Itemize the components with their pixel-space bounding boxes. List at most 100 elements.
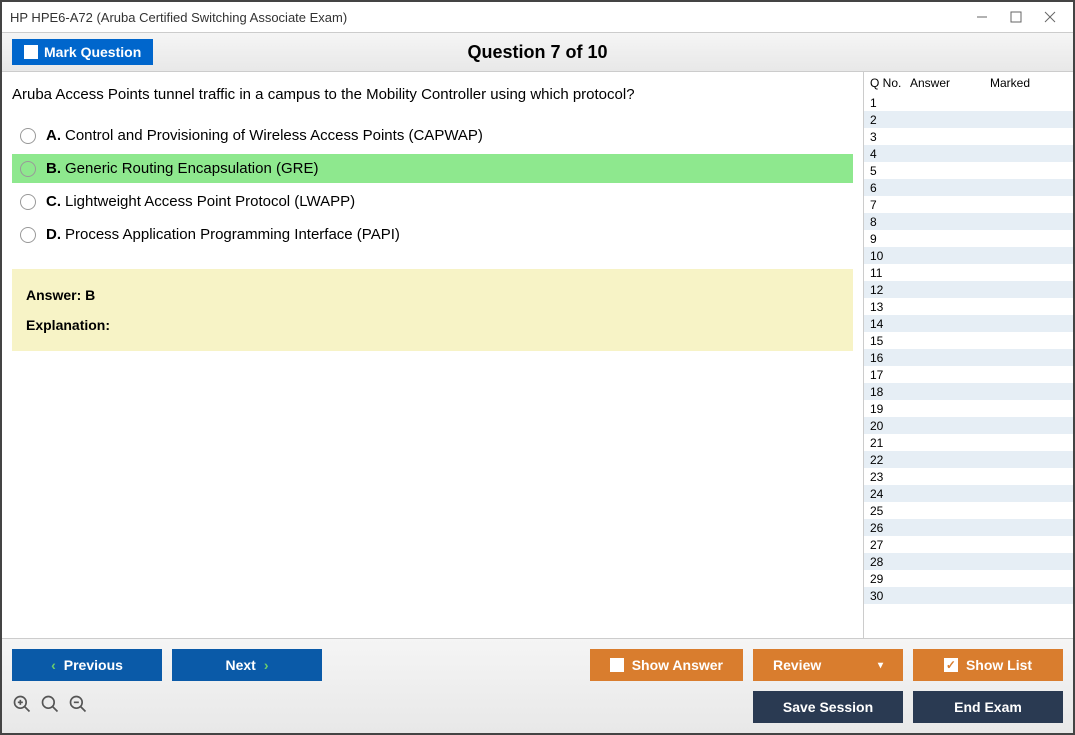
- list-row[interactable]: 4: [864, 145, 1073, 162]
- list-row[interactable]: 30: [864, 587, 1073, 604]
- list-row-qno: 5: [870, 164, 910, 178]
- option-row[interactable]: C. Lightweight Access Point Protocol (LW…: [12, 187, 853, 216]
- option-letter: D.: [46, 226, 61, 243]
- list-row[interactable]: 23: [864, 468, 1073, 485]
- review-dropdown[interactable]: Review ▾: [753, 649, 903, 681]
- list-row[interactable]: 29: [864, 570, 1073, 587]
- option-text: Control and Provisioning of Wireless Acc…: [65, 127, 483, 144]
- zoom-reset-icon[interactable]: [40, 694, 60, 720]
- list-row[interactable]: 22: [864, 451, 1073, 468]
- zoom-out-icon[interactable]: [68, 694, 88, 720]
- list-row-qno: 20: [870, 419, 910, 433]
- list-row-qno: 6: [870, 181, 910, 195]
- list-row[interactable]: 16: [864, 349, 1073, 366]
- radio-icon[interactable]: [20, 128, 36, 144]
- list-row-qno: 19: [870, 402, 910, 416]
- zoom-in-icon[interactable]: [12, 694, 32, 720]
- list-row-qno: 3: [870, 130, 910, 144]
- chevron-left-icon: ‹: [51, 657, 56, 673]
- list-row-qno: 14: [870, 317, 910, 331]
- list-header: Q No. Answer Marked: [864, 72, 1073, 94]
- list-row[interactable]: 9: [864, 230, 1073, 247]
- list-row-qno: 30: [870, 589, 910, 603]
- show-list-button[interactable]: ✓ Show List: [913, 649, 1063, 681]
- list-row-qno: 28: [870, 555, 910, 569]
- checkbox-icon: [610, 658, 624, 672]
- list-row-qno: 12: [870, 283, 910, 297]
- show-answer-label: Show Answer: [632, 657, 723, 673]
- list-row-qno: 11: [870, 266, 910, 280]
- list-row[interactable]: 12: [864, 281, 1073, 298]
- list-row[interactable]: 8: [864, 213, 1073, 230]
- list-row[interactable]: 13: [864, 298, 1073, 315]
- app-window: HP HPE6-A72 (Aruba Certified Switching A…: [0, 0, 1075, 735]
- question-text: Aruba Access Points tunnel traffic in a …: [12, 86, 853, 103]
- radio-icon[interactable]: [20, 161, 36, 177]
- answer-label: Answer: B: [26, 287, 839, 303]
- list-row[interactable]: 27: [864, 536, 1073, 553]
- list-row[interactable]: 10: [864, 247, 1073, 264]
- footer-row-1: ‹ Previous Next › Show Answer Review ▾ ✓…: [12, 649, 1063, 681]
- next-label: Next: [225, 657, 255, 673]
- list-row-qno: 29: [870, 572, 910, 586]
- close-icon[interactable]: [1043, 10, 1057, 24]
- minimize-icon[interactable]: [975, 10, 989, 24]
- list-row-qno: 8: [870, 215, 910, 229]
- list-row[interactable]: 26: [864, 519, 1073, 536]
- list-row-qno: 16: [870, 351, 910, 365]
- option-row[interactable]: A. Control and Provisioning of Wireless …: [12, 121, 853, 150]
- list-row[interactable]: 7: [864, 196, 1073, 213]
- list-row-qno: 7: [870, 198, 910, 212]
- footer: ‹ Previous Next › Show Answer Review ▾ ✓…: [2, 638, 1073, 733]
- previous-button[interactable]: ‹ Previous: [12, 649, 162, 681]
- next-button[interactable]: Next ›: [172, 649, 322, 681]
- mark-question-button[interactable]: Mark Question: [12, 39, 153, 65]
- list-row[interactable]: 24: [864, 485, 1073, 502]
- list-row[interactable]: 14: [864, 315, 1073, 332]
- maximize-icon[interactable]: [1009, 10, 1023, 24]
- list-row-qno: 23: [870, 470, 910, 484]
- option-row[interactable]: D. Process Application Programming Inter…: [12, 220, 853, 249]
- col-qno: Q No.: [870, 76, 910, 90]
- list-row[interactable]: 11: [864, 264, 1073, 281]
- list-row-qno: 18: [870, 385, 910, 399]
- list-row-qno: 27: [870, 538, 910, 552]
- list-row[interactable]: 21: [864, 434, 1073, 451]
- header-bar: Mark Question Question 7 of 10: [2, 32, 1073, 72]
- list-scroll[interactable]: 1234567891011121314151617181920212223242…: [864, 94, 1073, 638]
- option-letter: B.: [46, 160, 61, 177]
- checkbox-icon: [24, 45, 38, 59]
- list-row[interactable]: 19: [864, 400, 1073, 417]
- list-row[interactable]: 28: [864, 553, 1073, 570]
- chevron-down-icon: ▾: [878, 660, 883, 671]
- col-answer: Answer: [910, 76, 990, 90]
- list-row[interactable]: 1: [864, 94, 1073, 111]
- option-row[interactable]: B. Generic Routing Encapsulation (GRE): [12, 154, 853, 183]
- col-marked: Marked: [990, 76, 1067, 90]
- show-list-label: Show List: [966, 657, 1032, 673]
- checkbox-checked-icon: ✓: [944, 658, 958, 672]
- question-counter: Question 7 of 10: [467, 42, 607, 63]
- show-answer-button[interactable]: Show Answer: [590, 649, 743, 681]
- list-row[interactable]: 20: [864, 417, 1073, 434]
- end-exam-button[interactable]: End Exam: [913, 691, 1063, 723]
- window-controls: [975, 10, 1065, 24]
- footer-row-2: Save Session End Exam: [12, 691, 1063, 723]
- option-text: Lightweight Access Point Protocol (LWAPP…: [65, 193, 355, 210]
- list-row[interactable]: 18: [864, 383, 1073, 400]
- list-row[interactable]: 6: [864, 179, 1073, 196]
- option-text: Generic Routing Encapsulation (GRE): [65, 160, 318, 177]
- list-row[interactable]: 15: [864, 332, 1073, 349]
- list-row[interactable]: 25: [864, 502, 1073, 519]
- save-session-button[interactable]: Save Session: [753, 691, 903, 723]
- list-row[interactable]: 3: [864, 128, 1073, 145]
- list-row-qno: 26: [870, 521, 910, 535]
- list-row[interactable]: 5: [864, 162, 1073, 179]
- radio-icon[interactable]: [20, 227, 36, 243]
- list-row[interactable]: 17: [864, 366, 1073, 383]
- question-panel: Aruba Access Points tunnel traffic in a …: [2, 72, 863, 638]
- radio-icon[interactable]: [20, 194, 36, 210]
- review-label: Review: [773, 657, 821, 673]
- list-row[interactable]: 2: [864, 111, 1073, 128]
- option-letter: C.: [46, 193, 61, 210]
